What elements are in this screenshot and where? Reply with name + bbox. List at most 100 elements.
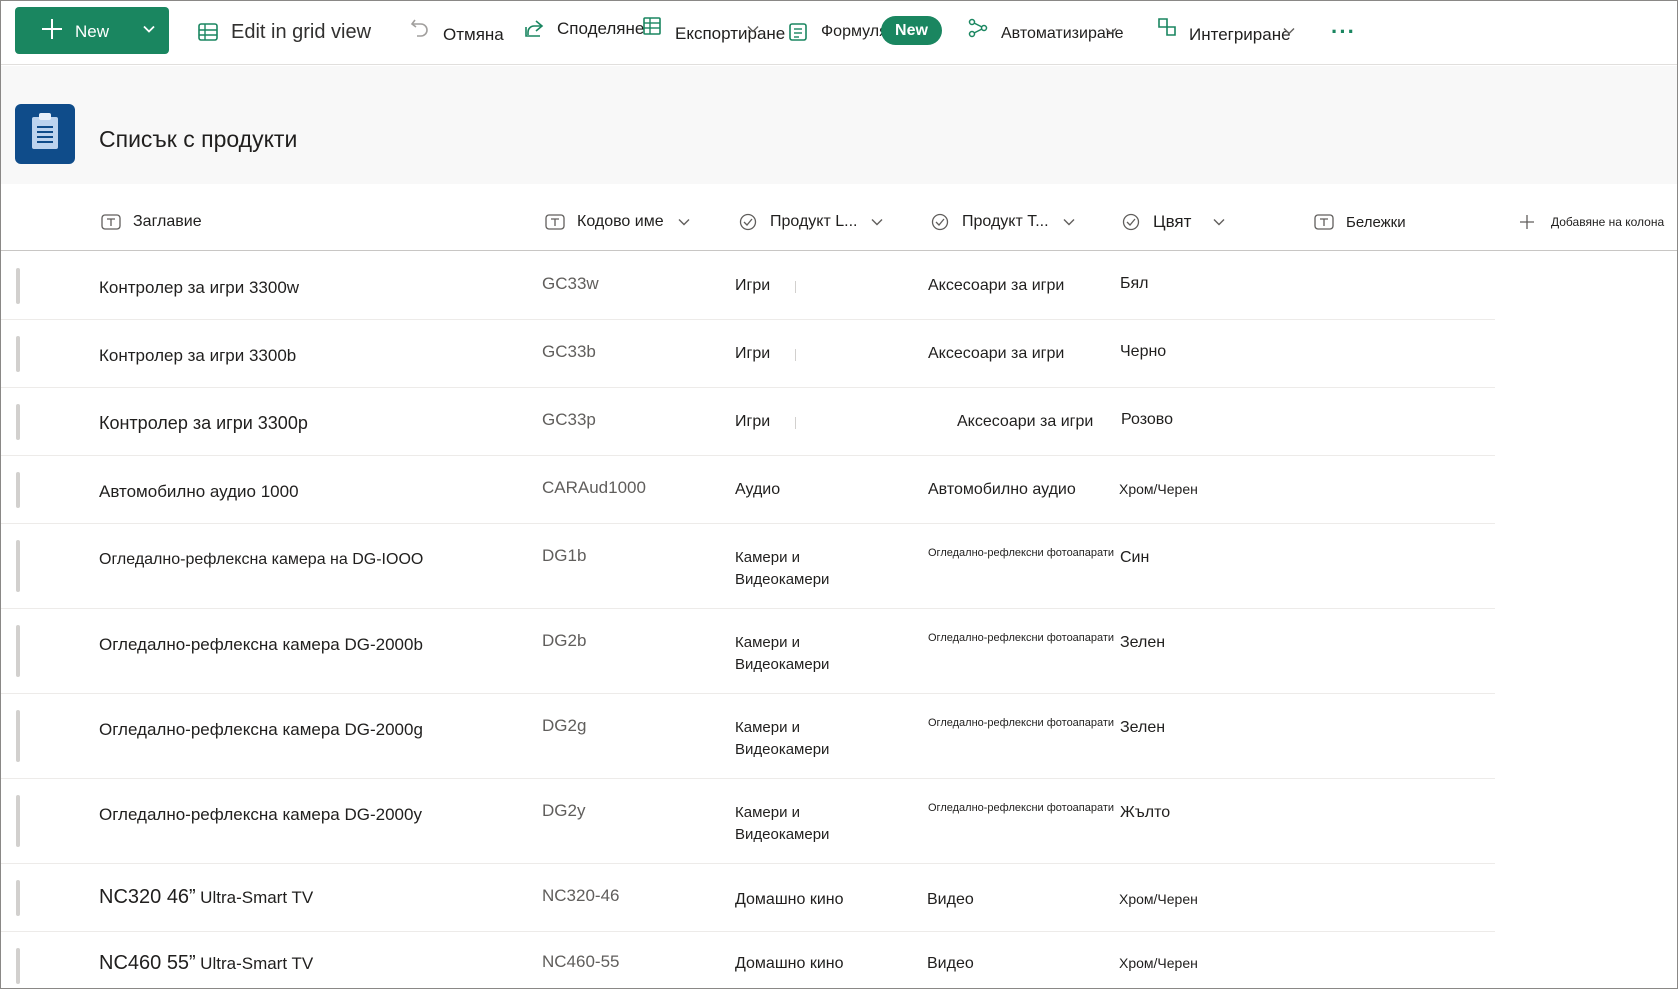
cell-product-line: Аудио bbox=[735, 481, 781, 498]
row-select-handle[interactable] bbox=[16, 336, 20, 372]
integrate-button[interactable]: Интегриране bbox=[1155, 15, 1291, 49]
row-select-handle[interactable] bbox=[16, 268, 20, 304]
cell-product-type: Видео bbox=[927, 955, 974, 972]
cell-product-type: Аксесоари за игри bbox=[928, 345, 1065, 362]
undo-button[interactable]: Отмяна bbox=[409, 15, 504, 49]
cell-product-line-2: Видеокамери bbox=[735, 826, 830, 843]
row-select-handle[interactable] bbox=[16, 540, 20, 592]
cell-product-type: Огледално-рефлексни фотоапарати bbox=[928, 717, 1115, 729]
more-options-icon[interactable]: ··· bbox=[1331, 19, 1356, 45]
cell-product-line: Игри bbox=[735, 413, 771, 430]
cell-product-type: Огледално-рефлексни фотоапарати bbox=[928, 547, 1115, 559]
cell-title[interactable]: Контролер за игри 3300w bbox=[99, 276, 299, 299]
column-header-code-name-label: Кодово име bbox=[577, 213, 664, 230]
share-label: Споделяне bbox=[557, 19, 645, 38]
cell-product-type: Автомобилно аудио bbox=[928, 481, 1076, 498]
cell-product-line: Игри bbox=[735, 345, 771, 362]
automate-button[interactable]: Автоматизиране bbox=[967, 15, 1123, 49]
forms-icon bbox=[789, 23, 807, 41]
chevron-down-icon[interactable] bbox=[678, 216, 690, 228]
chevron-down-icon[interactable] bbox=[1063, 216, 1075, 228]
cell-title[interactable]: Контролер за игри 3300p bbox=[99, 412, 308, 435]
table-row[interactable]: Огледално-рефлексна камера DG-2000b DG2b… bbox=[1, 609, 1495, 694]
table-row[interactable]: Контролер за игри 3300w GC33w Игри Аксес… bbox=[1, 252, 1495, 320]
cell-product-type: Огледално-рефлексни фотоапарати bbox=[928, 802, 1115, 814]
add-column-button[interactable]: Добавяне на колона bbox=[1517, 211, 1664, 233]
column-header-title-label: Заглавие bbox=[133, 213, 202, 230]
new-button[interactable]: New bbox=[15, 7, 169, 54]
column-header-product-type[interactable]: Продукт Т... bbox=[930, 211, 1075, 233]
automate-chevron-icon[interactable] bbox=[1105, 25, 1117, 37]
undo-label: Отмяна bbox=[443, 25, 504, 44]
chevron-down-icon[interactable] bbox=[143, 23, 155, 35]
table-row[interactable]: Огледално-рефлексна камера на DG-IOOO DG… bbox=[1, 524, 1495, 609]
row-select-handle[interactable] bbox=[16, 472, 20, 508]
table-row[interactable]: Огледално-рефлексна камера DG-2000g DG2g… bbox=[1, 694, 1495, 779]
add-column-label: Добавяне на колона bbox=[1551, 215, 1665, 229]
cell-product-line-1: Камери и bbox=[735, 549, 801, 566]
cell-title[interactable]: Огледално-рефлексна камера DG-2000g bbox=[99, 718, 423, 741]
cell-code-name: NC320-46 bbox=[542, 886, 620, 905]
cell-title[interactable]: Контролер за игри 3300b bbox=[99, 344, 296, 367]
chevron-down-icon[interactable] bbox=[1213, 216, 1225, 228]
cell-product-line-1: Камери и bbox=[735, 804, 801, 821]
text-field-icon bbox=[545, 214, 565, 230]
column-header-notes[interactable]: Бележки bbox=[1314, 211, 1406, 233]
cell-product-line-2: Видеокамери bbox=[735, 656, 830, 673]
text-field-icon bbox=[101, 214, 121, 230]
cell-product-type: Аксесоари за игри bbox=[928, 277, 1065, 294]
table-row[interactable]: Огледално-рефлексна камера DG-2000y DG2y… bbox=[1, 779, 1495, 864]
cell-title[interactable]: NC320 46” Ultra-Smart TV bbox=[99, 886, 313, 910]
edit-grid-view-button[interactable]: Edit in grid view bbox=[197, 15, 371, 49]
integrate-chevron-icon[interactable] bbox=[1283, 25, 1295, 37]
column-header-code-name[interactable]: Кодово име bbox=[545, 211, 690, 233]
column-header-title[interactable]: Заглавие bbox=[101, 211, 202, 233]
cell-product-line: Домашно кино bbox=[735, 891, 844, 908]
column-header-product-line[interactable]: Продукт L... bbox=[738, 211, 883, 233]
cell-product-line: Игри bbox=[735, 277, 771, 294]
cell-code-name: NC460-55 bbox=[542, 952, 620, 971]
page-title[interactable]: Списък с продукти bbox=[99, 126, 297, 153]
row-select-handle[interactable] bbox=[16, 710, 20, 762]
table-row[interactable]: Контролер за игри 3300p GC33p Игри Аксес… bbox=[1, 388, 1495, 456]
cell-color: Хром/Черен bbox=[1119, 481, 1198, 497]
cell-title[interactable]: NC460 55” Ultra-Smart TV bbox=[99, 952, 313, 976]
cell-color: Жълто bbox=[1120, 804, 1171, 821]
cell-color: Зелен bbox=[1120, 634, 1166, 651]
cell-title-model: NC460 55” bbox=[99, 952, 196, 974]
column-header-color[interactable]: Цвят bbox=[1121, 211, 1225, 233]
row-select-handle[interactable] bbox=[16, 404, 20, 440]
text-field-icon bbox=[1314, 214, 1334, 230]
row-select-handle[interactable] bbox=[16, 625, 20, 677]
export-button[interactable]: Експортиране bbox=[641, 15, 785, 49]
command-bar: New Edit in grid view Отмяна Споделяне Е… bbox=[1, 1, 1677, 65]
cell-color: Бял bbox=[1120, 275, 1149, 292]
cell-title[interactable]: Автомобилно аудио 1000 bbox=[99, 480, 299, 503]
undo-icon bbox=[410, 19, 428, 37]
table-row[interactable]: NC320 46” Ultra-Smart TV NC320-46 Домашн… bbox=[1, 864, 1495, 932]
chevron-down-icon[interactable] bbox=[871, 216, 883, 228]
cell-product-line-1: Камери и bbox=[735, 719, 801, 736]
table-row[interactable]: Автомобилно аудио 1000 CARAud1000 Аудио … bbox=[1, 456, 1495, 524]
cell-title[interactable]: Огледално-рефлексна камера на DG-IOOO bbox=[99, 548, 423, 571]
choice-icon bbox=[1122, 213, 1140, 231]
row-select-handle[interactable] bbox=[16, 880, 20, 916]
cell-title[interactable]: Огледално-рефлексна камера DG-2000b bbox=[99, 633, 423, 656]
share-icon bbox=[525, 20, 544, 37]
cell-code-name: DG1b bbox=[542, 546, 587, 565]
column-header-row: Заглавие Кодово име Продукт L... Продукт… bbox=[1, 189, 1677, 251]
row-select-handle[interactable] bbox=[16, 795, 20, 847]
column-header-notes-label: Бележки bbox=[1346, 213, 1406, 231]
grid-icon bbox=[198, 23, 218, 41]
cell-code-name: DG2g bbox=[542, 716, 587, 735]
table-row[interactable]: Контролер за игри 3300b GC33b Игри Аксес… bbox=[1, 320, 1495, 388]
table-row[interactable]: NC460 55” Ultra-Smart TV NC460-55 Домашн… bbox=[1, 932, 1495, 988]
row-select-handle[interactable] bbox=[16, 948, 20, 984]
cell-title-model: NC320 46” bbox=[99, 886, 196, 908]
export-chevron-icon[interactable] bbox=[747, 23, 759, 35]
cell-product-line-2: Видеокамери bbox=[735, 571, 830, 588]
choice-icon bbox=[931, 213, 949, 231]
excel-icon bbox=[643, 17, 661, 35]
share-button[interactable]: Споделяне bbox=[523, 15, 644, 49]
cell-title[interactable]: Огледално-рефлексна камера DG-2000y bbox=[99, 803, 422, 826]
